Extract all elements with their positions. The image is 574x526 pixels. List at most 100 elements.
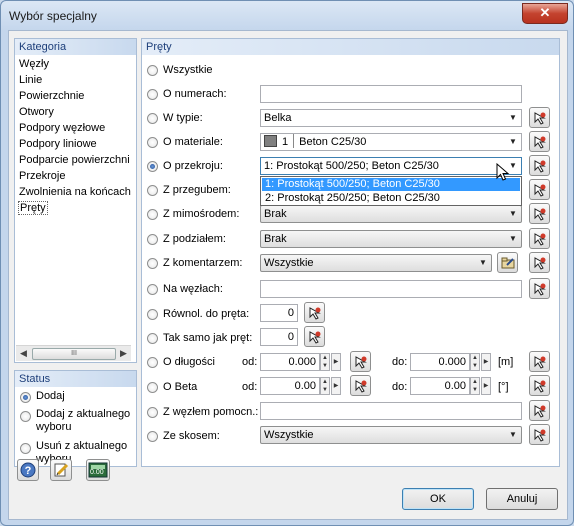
spin-down-icon[interactable]: ▼ [321,362,329,370]
cross-section-select[interactable]: 1: Prostokąt 500/250; Beton C25/30 ▼ [260,157,522,175]
pick-arrow-icon [534,136,546,149]
ok-button[interactable]: OK [402,488,474,510]
length-to-spinner[interactable]: ▲ ▼ [470,353,480,371]
radio-by-numbers[interactable] [147,89,158,100]
spin-down-icon[interactable]: ▼ [321,386,329,394]
pick-eccentricity-button[interactable] [529,203,550,224]
category-item[interactable]: Węzły [19,58,49,70]
pick-type-button[interactable] [529,107,550,128]
numbers-input[interactable] [260,85,522,103]
pick-material-button[interactable] [529,131,550,152]
category-item[interactable]: Otwory [19,106,54,118]
pick-taper-button[interactable] [529,424,550,445]
spin-up-icon[interactable]: ▲ [321,354,329,362]
category-item[interactable]: Linie [19,74,42,86]
scroll-thumb[interactable]: III [32,348,116,360]
spin-up-icon[interactable]: ▲ [471,378,479,386]
pick-aux-node-button[interactable] [529,400,550,421]
spin-down-icon[interactable]: ▼ [471,362,479,370]
pick-same-member-button[interactable] [304,326,325,347]
radio-with-eccentricity[interactable] [147,209,158,220]
spin-right-icon[interactable]: ▶ [482,378,490,394]
length-from-input[interactable]: 0.000 [260,353,320,371]
scroll-left-icon[interactable]: ◀ [16,346,31,361]
radio-with-comment[interactable] [147,258,158,269]
radio-by-type[interactable] [147,113,158,124]
pick-hinge-button[interactable] [529,179,550,200]
beta-from-input[interactable]: 0.00 [260,377,320,395]
length-from-spinner[interactable]: ▲ ▼ [320,353,330,371]
beta-from-spinner-2[interactable]: ▶ [331,377,341,395]
length-to-spinner-2[interactable]: ▶ [481,353,491,371]
pick-nodes-button[interactable] [529,278,550,299]
parallel-member-input[interactable]: 0 [260,304,298,322]
radio-by-cross-section[interactable] [147,161,158,172]
type-select[interactable]: Belka ▼ [260,109,522,127]
beta-from-spinner[interactable]: ▲ ▼ [320,377,330,395]
dropdown-option[interactable]: 1: Prostokąt 500/250; Beton C25/30 [262,178,520,191]
pick-parallel-button[interactable] [304,302,325,323]
pick-length-to-button[interactable] [529,351,550,372]
status-add-from-selection-radio[interactable] [20,411,31,422]
pick-arrow-icon [534,160,546,173]
pick-division-button[interactable] [529,228,550,249]
edit-comment-button[interactable] [497,252,518,273]
category-item[interactable]: Zwolnienia na końcach [19,186,131,198]
help-button[interactable]: ? [17,459,39,481]
radio-by-beta[interactable] [147,382,158,393]
spin-right-icon[interactable]: ▶ [482,354,490,370]
radio-by-material[interactable] [147,137,158,148]
status-add-radio[interactable] [20,392,31,403]
category-item[interactable]: Przekroje [19,170,65,182]
aux-node-input[interactable] [260,402,522,420]
category-scrollbar[interactable]: ◀ III ▶ [16,345,131,361]
category-item[interactable]: Podpory węzłowe [19,122,105,134]
radio-with-division[interactable] [147,234,158,245]
material-select[interactable]: 1 Beton C25/30 ▼ [260,133,522,151]
spin-up-icon[interactable]: ▲ [321,378,329,386]
length-to-input[interactable]: 0.000 [410,353,470,371]
radio-with-hinge[interactable] [147,185,158,196]
radio-same-as-member[interactable] [147,333,158,344]
svg-text:?: ? [25,465,32,477]
category-item[interactable]: Pręty [18,201,48,215]
beta-to-spinner-2[interactable]: ▶ [481,377,491,395]
radio-all[interactable] [147,65,158,76]
scroll-right-icon[interactable]: ▶ [116,346,131,361]
pick-beta-button[interactable] [350,375,371,396]
comment-select[interactable]: Wszystkie ▼ [260,254,492,272]
pick-beta-to-button[interactable] [529,375,550,396]
close-button[interactable]: ✕ [522,3,568,24]
spin-down-icon[interactable]: ▼ [471,386,479,394]
pick-arrow-icon [355,380,367,393]
category-item[interactable]: Powierzchnie [19,90,84,102]
pick-comment-button[interactable] [529,252,550,273]
radio-on-nodes[interactable] [147,284,158,295]
cancel-button[interactable]: Anuluj [486,488,558,510]
beta-to-input[interactable]: 0.00 [410,377,470,395]
beta-to-spinner[interactable]: ▲ ▼ [470,377,480,395]
same-member-input[interactable]: 0 [260,328,298,346]
division-select[interactable]: Brak ▼ [260,230,522,248]
spin-up-icon[interactable]: ▲ [471,354,479,362]
radio-with-taper[interactable] [147,431,158,442]
spin-right-icon[interactable]: ▶ [332,378,340,394]
status-remove-radio[interactable] [20,443,31,454]
category-item[interactable]: Podparcie powierzchni [19,154,130,166]
pick-cross-section-button[interactable] [529,155,550,176]
eccentricity-select[interactable]: Brak ▼ [260,205,522,223]
pick-arrow-icon [355,356,367,369]
edit-button[interactable] [50,459,72,481]
radio-by-length[interactable] [147,357,158,368]
chevron-down-icon: ▼ [509,137,517,146]
nodes-input[interactable] [260,280,522,298]
radio-with-aux-node[interactable] [147,407,158,418]
taper-select[interactable]: Wszystkie ▼ [260,426,522,444]
units-button[interactable]: 0.00 [86,459,110,481]
category-item[interactable]: Podpory liniowe [19,138,97,150]
dropdown-option[interactable]: 2: Prostokąt 250/250; Beton C25/30 [262,192,520,205]
length-from-spinner-2[interactable]: ▶ [331,353,341,371]
spin-right-icon[interactable]: ▶ [332,354,340,370]
radio-parallel-to-member[interactable] [147,309,158,320]
pick-length-button[interactable] [350,351,371,372]
